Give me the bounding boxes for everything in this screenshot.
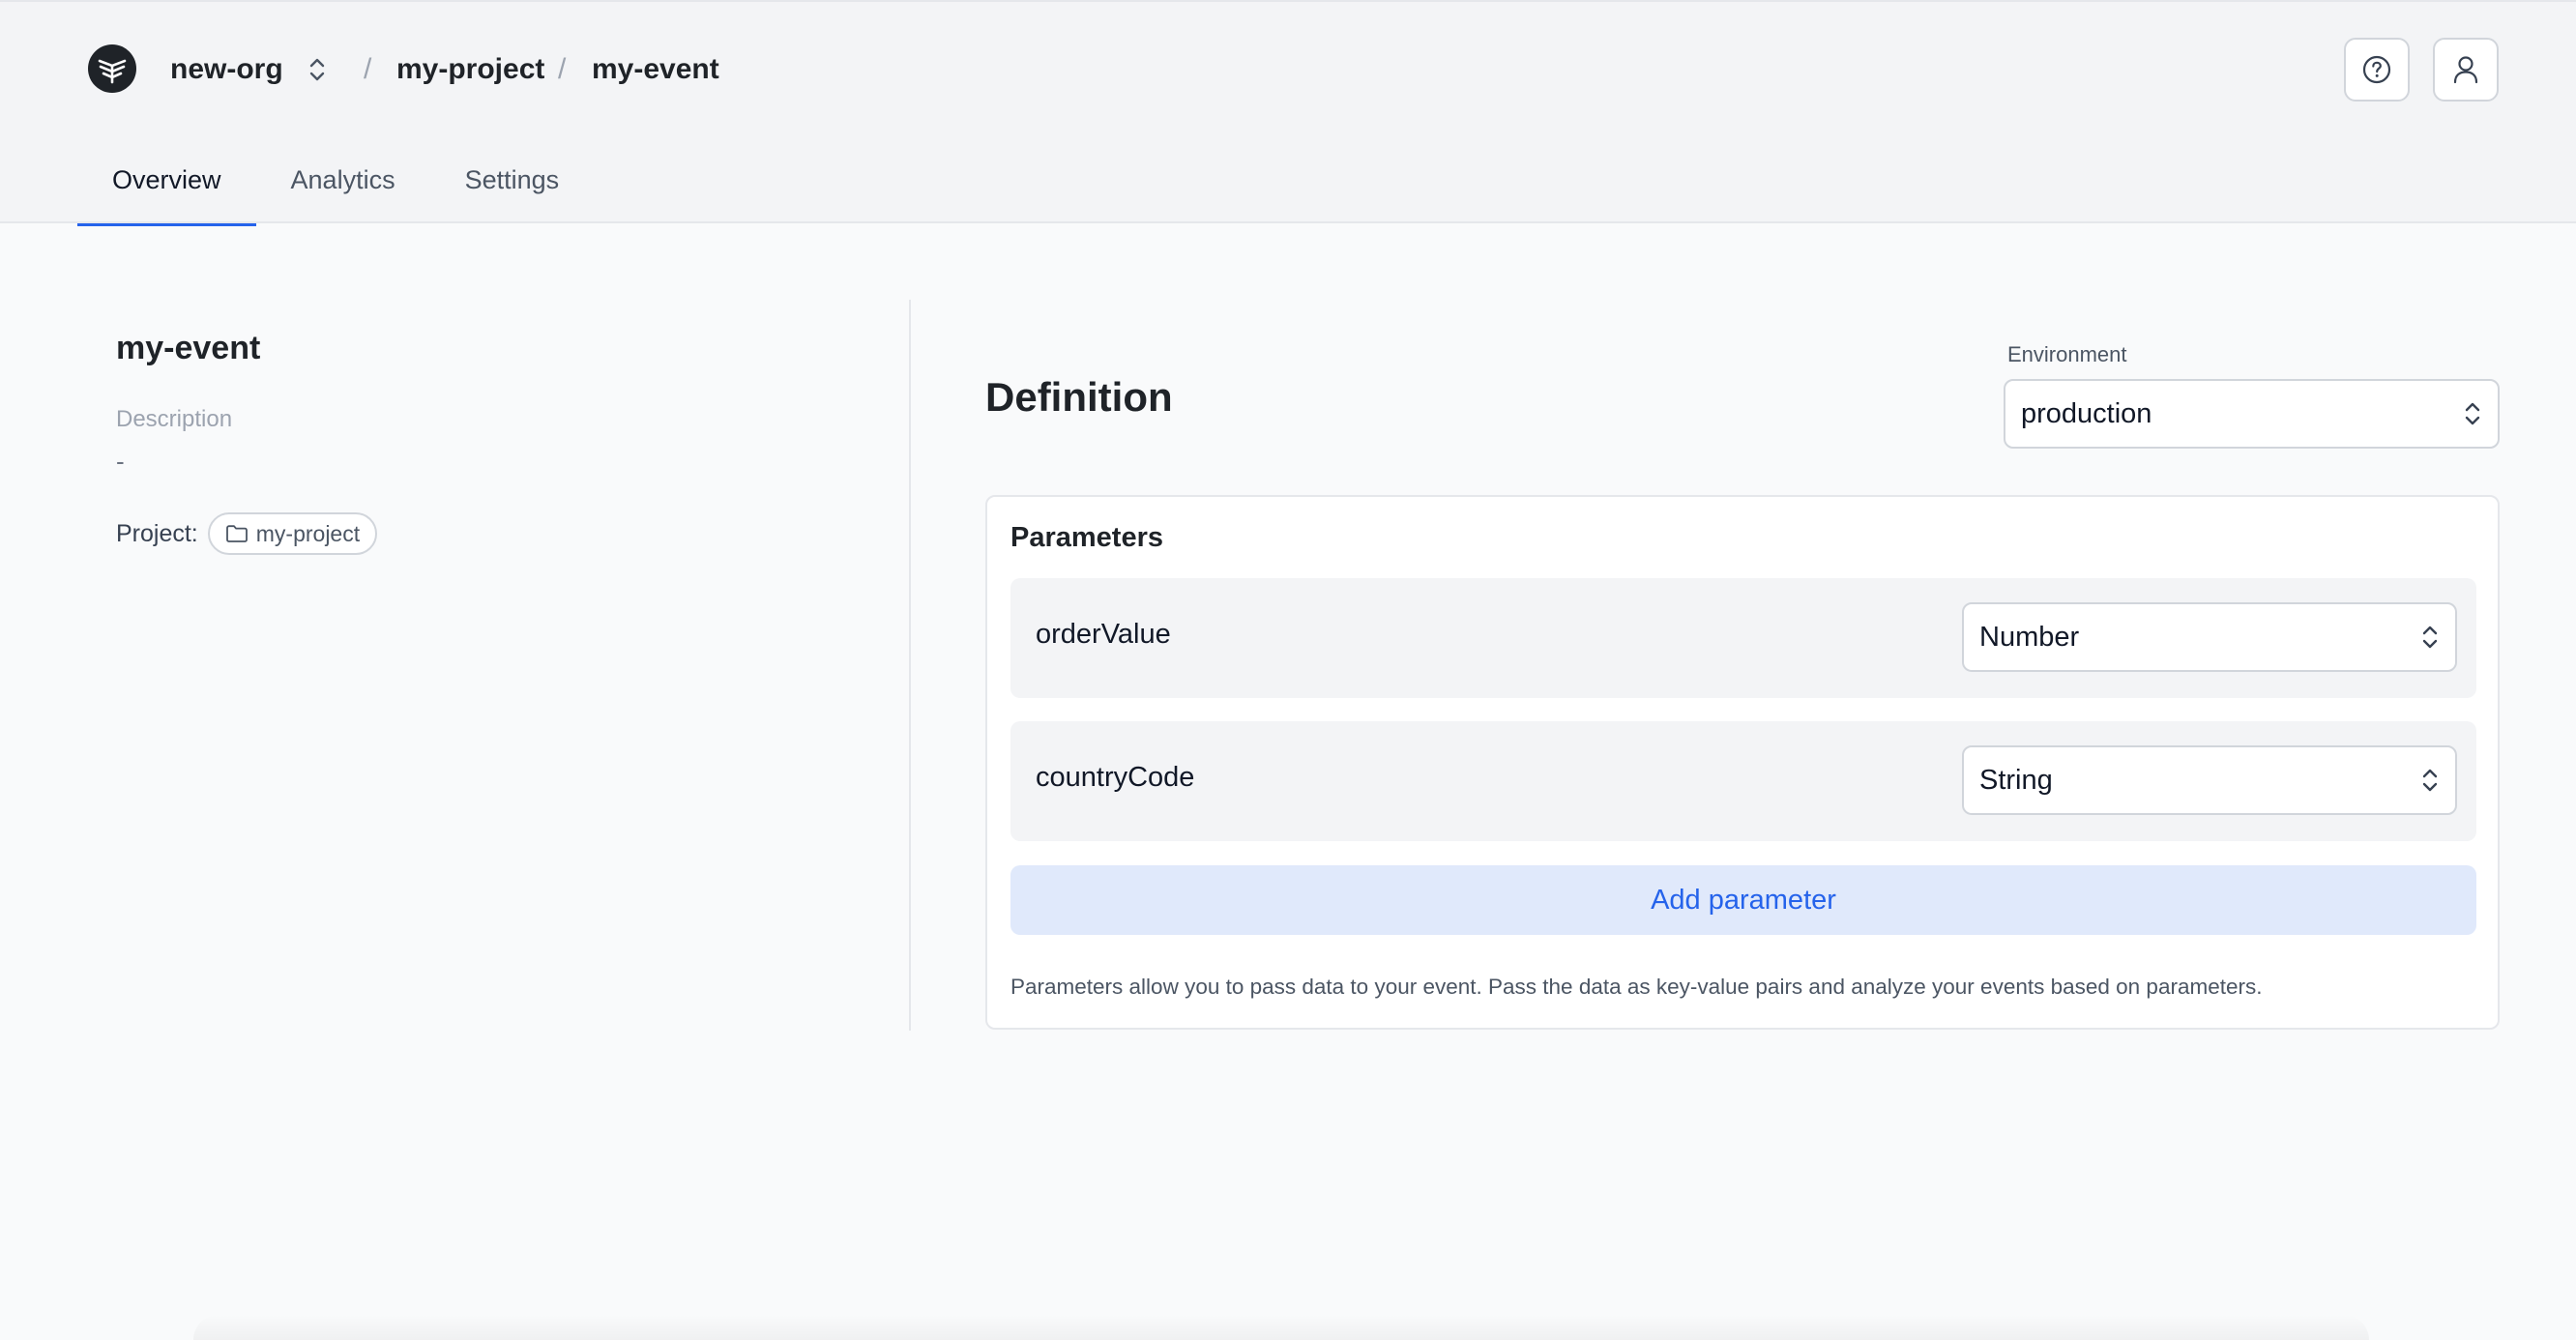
user-account-button[interactable]: [2433, 38, 2499, 102]
environment-select[interactable]: production: [2004, 379, 2500, 449]
breadcrumb-separator: /: [364, 53, 372, 85]
parameter-name: countryCode: [1036, 762, 1195, 793]
tab-bar: Overview Analytics Settings: [77, 147, 595, 226]
help-button[interactable]: [2344, 38, 2410, 102]
parameter-type-value: Number: [1979, 621, 2080, 653]
parameter-type-value: String: [1979, 764, 2053, 796]
project-row: Project: my-project: [116, 512, 378, 555]
bottom-shadow: [193, 1315, 2369, 1340]
event-summary-panel: my-event Description - Project: my-proje…: [116, 329, 378, 555]
top-header: new-org / my-project / my-event Overview…: [0, 0, 2576, 226]
environment-label: Environment: [2007, 342, 2127, 366]
chevron-up-down-icon: [2465, 402, 2480, 425]
environment-select-value: production: [2021, 397, 2152, 429]
breadcrumb-event[interactable]: my-event: [592, 50, 719, 89]
chevron-up-down-icon: [2422, 626, 2438, 649]
breadcrumb-org[interactable]: new-org: [170, 50, 283, 89]
chevron-up-down-icon[interactable]: [303, 52, 332, 87]
parameter-row: orderValue Number: [1010, 578, 2476, 698]
tab-settings[interactable]: Settings: [430, 147, 595, 224]
question-circle-icon: [2362, 55, 2391, 84]
parameter-name: orderValue: [1036, 619, 1171, 650]
chevron-up-down-icon: [2422, 769, 2438, 792]
parameter-type-select[interactable]: Number: [1962, 602, 2457, 672]
app-logo-icon[interactable]: [88, 44, 136, 93]
description-value: -: [116, 447, 125, 476]
description-label: Description: [116, 406, 233, 432]
project-chip-label: my-project: [255, 520, 361, 546]
parameters-help-text: Parameters allow you to pass data to you…: [1010, 975, 2263, 999]
user-icon: [2453, 56, 2478, 84]
parameters-title: Parameters: [1010, 522, 1163, 553]
tab-overview[interactable]: Overview: [77, 147, 256, 226]
event-title: my-event: [116, 330, 261, 366]
definition-title: Definition: [985, 374, 1173, 420]
project-chip[interactable]: my-project: [207, 512, 378, 555]
parameter-type-select[interactable]: String: [1962, 745, 2457, 815]
folder-icon: [225, 525, 248, 542]
project-label: Project:: [116, 519, 198, 547]
tab-analytics[interactable]: Analytics: [256, 147, 430, 224]
parameter-row: countryCode String: [1010, 721, 2476, 841]
parameters-card: Parameters orderValue Number countryCode…: [985, 495, 2500, 1030]
column-divider: [909, 300, 911, 1031]
breadcrumb-separator: /: [558, 53, 567, 85]
add-parameter-button[interactable]: Add parameter: [1010, 865, 2476, 935]
breadcrumb-project[interactable]: my-project: [396, 50, 544, 89]
